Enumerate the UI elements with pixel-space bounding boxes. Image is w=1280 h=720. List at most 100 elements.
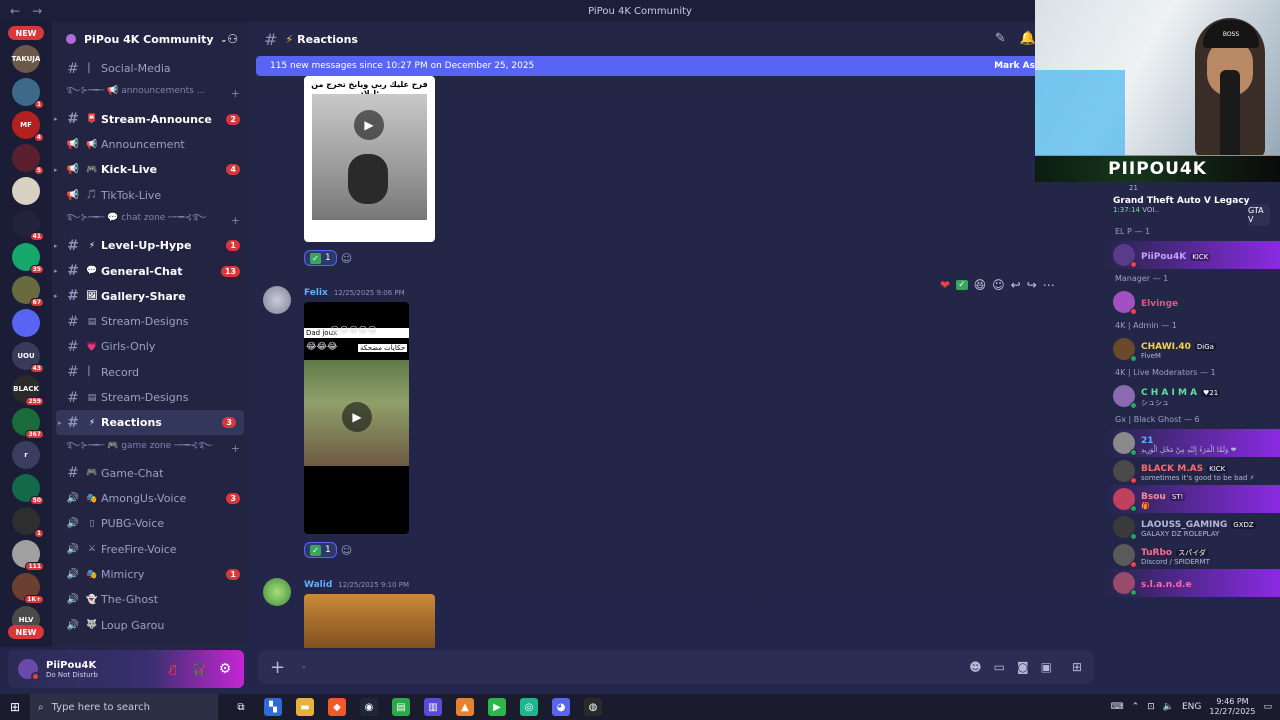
channel-item[interactable]: 📢 📢 Announcement [52,132,248,157]
channel-item[interactable]: # ▤ Stream-Designs [52,309,248,334]
app-icon[interactable]: ▥ [424,698,442,716]
avatar[interactable] [263,578,291,606]
add-channel-icon[interactable]: + [231,442,240,455]
back-arrow-icon[interactable]: ← [10,4,20,18]
avatar[interactable] [16,657,40,681]
add-reaction-icon[interactable]: ☺ [992,278,1005,292]
forward-icon[interactable]: ↪ [1027,278,1037,292]
sticker-icon[interactable]: ◙ [1017,660,1029,674]
channel-item[interactable]: # ▤ Stream-Designs [52,385,248,410]
guild-icon[interactable]: 1 [12,507,44,538]
app-icon[interactable]: ▚ [264,698,282,716]
new-messages-bar[interactable]: 115 new messages since 10:27 PM on Decem… [256,56,1035,76]
guild-icon[interactable]: 367 [12,408,44,439]
guild-icon[interactable]: BLACK 259 [12,375,44,406]
network-icon[interactable]: ⊡ [1147,702,1155,712]
channel-item[interactable]: 🔊 ⚔ FreeFire-Voice [52,537,248,562]
play-icon[interactable]: ▶ [342,402,372,432]
channel-item[interactable]: # ▏ Social-Media [52,56,248,81]
mark-as-read-button[interactable]: Mark As [994,61,1035,71]
laugh-reaction-icon[interactable]: 😆 [974,278,987,292]
channel-item[interactable]: ▸ # 📮 Stream-Announce 2 [52,107,248,132]
steam-icon[interactable]: ◉ [360,698,378,716]
channel-item[interactable]: # 🎮 Game-Chat [52,461,248,486]
message-author[interactable]: Felix [304,288,328,298]
lang-indicator[interactable]: ENG [1182,702,1201,712]
channel-category[interactable]: ࿐⊱┉━─ 💬 chat zone ─┉━⊰࿐ + [52,208,248,233]
guild-icon[interactable]: TAKUJA [12,45,40,73]
forward-arrow-icon[interactable]: → [32,4,42,18]
channel-item[interactable]: ▸ # 🖼 Gallery-Share [52,284,248,309]
brave-icon[interactable]: ◆ [328,698,346,716]
app-icon[interactable]: ▤ [392,698,410,716]
task-view-icon[interactable]: ⧉ [232,698,250,716]
chevron-down-icon[interactable]: ⌄ [221,35,228,44]
channel-item[interactable]: ▸ # ⚡ Level-Up-Hype 1 [52,233,248,258]
gif-icon[interactable]: ▭ [994,660,1005,674]
channel-item[interactable]: ▸ 📢 🎮 Kick-Live 4 [52,157,248,182]
member-item[interactable]: CHAWI.40 DiGa FiveM [1103,335,1280,363]
channel-item[interactable]: 📢 🎵 TikTok-Live [52,182,248,207]
guild-icon[interactable]: r [12,441,40,469]
plus-icon[interactable]: + [270,657,294,678]
app-icon[interactable]: ▲ [456,698,474,716]
windows-start-icon[interactable]: ⊞ [0,700,30,714]
clock[interactable]: 9:46 PM 12/27/2025 [1209,697,1255,717]
guild-icon[interactable]: 41 [12,210,44,241]
member-item[interactable]: LAOUSS_GAMING GXDZ GALAXY DZ ROLEPLAY [1103,513,1280,541]
member-item[interactable]: C H A I M A ♥21 シュシュ [1103,382,1280,410]
apps-icon[interactable]: ⊞ [1072,660,1082,674]
message-input[interactable]: - [294,662,969,673]
channel-item[interactable]: 🔊 ▯ PUBG-Voice [52,511,248,536]
video-attachment[interactable]: Dad joux 😀😀😀😀😀 😂😂😂 حكايات مضحكة ▶ [304,302,409,534]
guild-icon[interactable]: 1K+ [12,573,44,604]
check-reaction-icon[interactable]: ✓ [956,280,968,290]
channel-item[interactable]: 🔊 👻 The-Ghost [52,587,248,612]
channel-category[interactable]: ࿐⊱┉━─ 📢 announcements ... + [52,81,248,106]
video-attachment[interactable] [304,594,435,648]
volume-icon[interactable]: 🔈 [1163,702,1174,712]
message-author[interactable]: Walid [304,580,332,590]
member-item[interactable]: PiiPou4K KICK [1103,241,1280,269]
add-channel-icon[interactable]: + [231,87,240,100]
app-icon[interactable]: ◎ [520,698,538,716]
channel-item[interactable]: ▸ # ⚡ Reactions 3 [56,410,244,436]
channel-item[interactable]: ▸ # 💬 General-Chat 13 [52,258,248,283]
threads-icon[interactable]: ✎ [995,31,1006,46]
add-reaction-icon[interactable]: ☺ [341,544,352,557]
discord-icon[interactable]: ◕ [552,698,570,716]
play-icon[interactable]: ▶ [354,110,384,140]
channel-item[interactable]: # 💗 Girls-Only [52,334,248,359]
image-icon[interactable]: ▣ [1041,660,1052,674]
channel-item[interactable]: 🔊 🎭 Mimicry 1 [52,562,248,587]
notification-icon[interactable]: ▭ [1263,702,1272,712]
channel-item[interactable]: # ▏ Record [52,360,248,385]
taskbar-search[interactable]: ⌕ Type here to search [30,694,218,720]
obs-icon[interactable]: ◍ [584,698,602,716]
gear-icon[interactable]: ⚙ [214,658,236,680]
guild-icon[interactable]: 5 [12,144,44,175]
guild-icon[interactable]: 50 [12,474,44,505]
guild-icon[interactable]: UOU 43 [12,342,44,373]
member-item[interactable]: BLACK M.AS KICK sometimes it's good to be … [1103,457,1280,485]
guild-icon[interactable]: MF 4 [12,111,44,142]
guild-icon[interactable]: 1 [12,78,44,109]
guild-icon[interactable]: 67 [12,276,44,307]
reaction-check[interactable]: ✓ 1 [304,250,337,266]
add-reaction-icon[interactable]: ☺ [341,252,352,265]
file-explorer-icon[interactable]: ▬ [296,698,314,716]
channel-item[interactable]: 🔊 🎭 AmongUs-Voice 3 [52,486,248,511]
reply-icon[interactable]: ↩ [1011,278,1021,292]
guild-icon[interactable]: 35 [12,243,44,274]
member-item[interactable]: Elvinge [1103,288,1280,316]
guild-icon[interactable] [12,309,40,337]
mic-muted-icon[interactable]: 🎙̸ [162,658,184,680]
server-header[interactable]: PiPou 4K Community ⌄ ⚇ [52,22,248,56]
avatar[interactable] [263,286,291,314]
chevron-up-icon[interactable]: ⌃ [1132,702,1140,712]
activity-card[interactable]: 21 Grand Theft Auto V Legacy 1:37:14 VOI… [1103,182,1280,226]
headset-muted-icon[interactable]: 🎧̸ [188,658,210,680]
channel-item[interactable]: 🔊 🐺 Loup Garou [52,613,248,638]
reaction-check[interactable]: ✓ 1 [304,542,337,558]
member-item[interactable]: s.l.a.n.d.e [1103,569,1280,597]
